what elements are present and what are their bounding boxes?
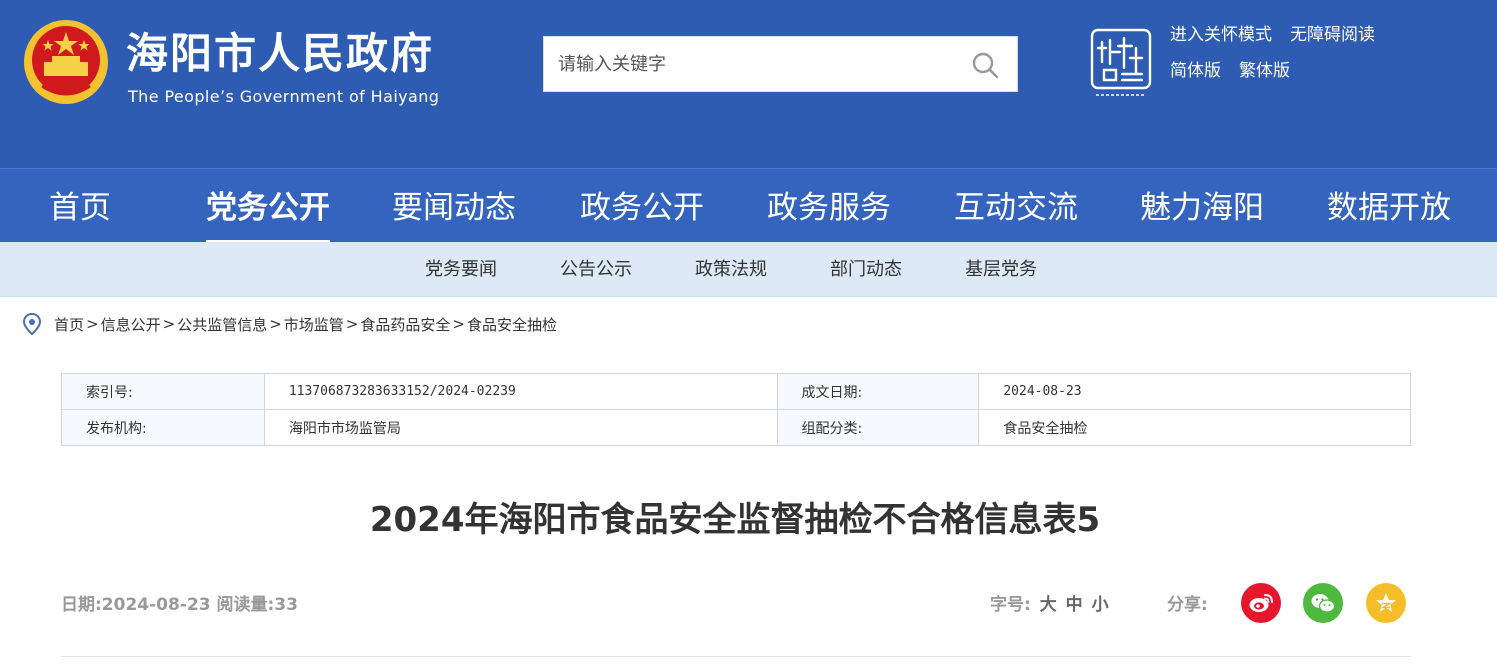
- qzone-icon: [1376, 593, 1396, 612]
- national-emblem-icon: [24, 20, 108, 104]
- site-subtitle: The People’s Government of Haiyang: [128, 87, 440, 106]
- share-weibo-button[interactable]: [1241, 583, 1281, 623]
- breadcrumb-separator: >: [162, 315, 176, 333]
- nav-item-interaction[interactable]: 互动交流: [954, 169, 1078, 243]
- sub-nav-grassroots[interactable]: 基层党务: [965, 242, 1037, 297]
- breadcrumb-separator: >: [269, 315, 282, 333]
- nav-item-charm-haiyang[interactable]: 魅力海阳: [1140, 169, 1264, 243]
- nav-item-government-services[interactable]: 政务服务: [767, 169, 891, 243]
- site-title: 海阳市人民政府: [126, 29, 435, 78]
- index-number-label: 索引号:: [61, 373, 265, 410]
- index-number-value: 113706873283633152/2024-02239: [263, 373, 778, 410]
- font-size-medium-button[interactable]: 中: [1066, 595, 1083, 615]
- site-header: 海阳市人民政府 The People’s Government of Haiya…: [0, 0, 1497, 168]
- share-qzone-button[interactable]: [1366, 583, 1406, 623]
- search-icon[interactable]: [971, 51, 999, 79]
- header-links: 进入关怀模式 无障碍阅读 简体版 繁体版: [1170, 22, 1375, 94]
- nav-item-government-affairs[interactable]: 政务公开: [580, 169, 704, 243]
- breadcrumb-public-supervision[interactable]: 公共监管信息: [177, 314, 267, 335]
- breadcrumb-food-safety-sampling[interactable]: 食品安全抽检: [467, 314, 557, 335]
- breadcrumb: 首页 > 信息公开 > 公共监管信息 > 市场监管 > 食品药品安全 > 食品安…: [22, 312, 557, 336]
- accessible-reading-link[interactable]: 无障碍阅读: [1290, 22, 1375, 48]
- table-row: 索引号: 113706873283633152/2024-02239 成文日期:…: [61, 373, 1411, 410]
- article-meta: 日期:2024-08-23 阅读量:33: [61, 595, 298, 615]
- nav-item-party-affairs[interactable]: 党务公开: [206, 169, 330, 243]
- sub-nav-announcements[interactable]: 公告公示: [560, 242, 632, 297]
- nav-item-open-data[interactable]: 数据开放: [1327, 169, 1451, 243]
- document-info-table: 索引号: 113706873283633152/2024-02239 成文日期:…: [61, 373, 1411, 446]
- table-row: 发布机构: 海阳市市场监管局 组配分类: 食品安全抽检: [61, 409, 1411, 446]
- content-divider: [61, 656, 1411, 657]
- yantai-city-logo-icon: [1090, 28, 1152, 96]
- nav-item-home[interactable]: 首页: [49, 169, 111, 243]
- date-written-label: 成文日期:: [776, 373, 980, 410]
- category-label: 组配分类:: [776, 409, 980, 446]
- breadcrumb-food-drug-safety[interactable]: 食品药品安全: [360, 314, 450, 335]
- font-size-label: 字号:: [990, 595, 1031, 615]
- font-size-control: 字号: 大 中 小: [990, 590, 1109, 615]
- sub-nav: 党务要闻 公告公示 政策法规 部门动态 基层党务: [0, 242, 1497, 297]
- breadcrumb-separator: >: [345, 315, 359, 333]
- breadcrumb-home[interactable]: 首页: [54, 314, 84, 335]
- care-mode-link[interactable]: 进入关怀模式: [1170, 22, 1272, 48]
- wechat-icon: [1311, 594, 1336, 613]
- article-title: 2024年海阳市食品安全监督抽检不合格信息表5: [369, 500, 1101, 540]
- sub-nav-policies[interactable]: 政策法规: [695, 242, 767, 297]
- breadcrumb-market-supervision[interactable]: 市场监管: [284, 314, 344, 335]
- font-size-small-button[interactable]: 小: [1092, 595, 1109, 615]
- location-pin-icon: [22, 313, 42, 335]
- publisher-label: 发布机构:: [61, 409, 265, 446]
- sub-nav-department-news[interactable]: 部门动态: [830, 242, 902, 297]
- font-size-large-button[interactable]: 大: [1040, 595, 1057, 615]
- search-input[interactable]: [544, 37, 954, 91]
- share-label: 分享:: [1167, 595, 1208, 615]
- simplified-chinese-link[interactable]: 简体版: [1170, 58, 1221, 84]
- nav-item-news[interactable]: 要闻动态: [392, 169, 516, 243]
- weibo-icon: [1249, 594, 1273, 612]
- publisher-value: 海阳市市场监管局: [263, 409, 778, 446]
- breadcrumb-separator: >: [86, 315, 99, 333]
- breadcrumb-separator: >: [452, 315, 465, 333]
- sub-nav-party-news[interactable]: 党务要闻: [425, 242, 497, 297]
- share-wechat-button[interactable]: [1303, 583, 1343, 623]
- date-written-value: 2024-08-23: [978, 373, 1411, 410]
- traditional-chinese-link[interactable]: 繁体版: [1239, 58, 1290, 84]
- breadcrumb-info-disclosure[interactable]: 信息公开: [101, 314, 161, 335]
- search-box: [543, 36, 1018, 92]
- category-value: 食品安全抽检: [978, 409, 1411, 446]
- main-nav: 首页 党务公开 要闻动态 政务公开 政务服务 互动交流 魅力海阳 数据开放: [0, 168, 1497, 243]
